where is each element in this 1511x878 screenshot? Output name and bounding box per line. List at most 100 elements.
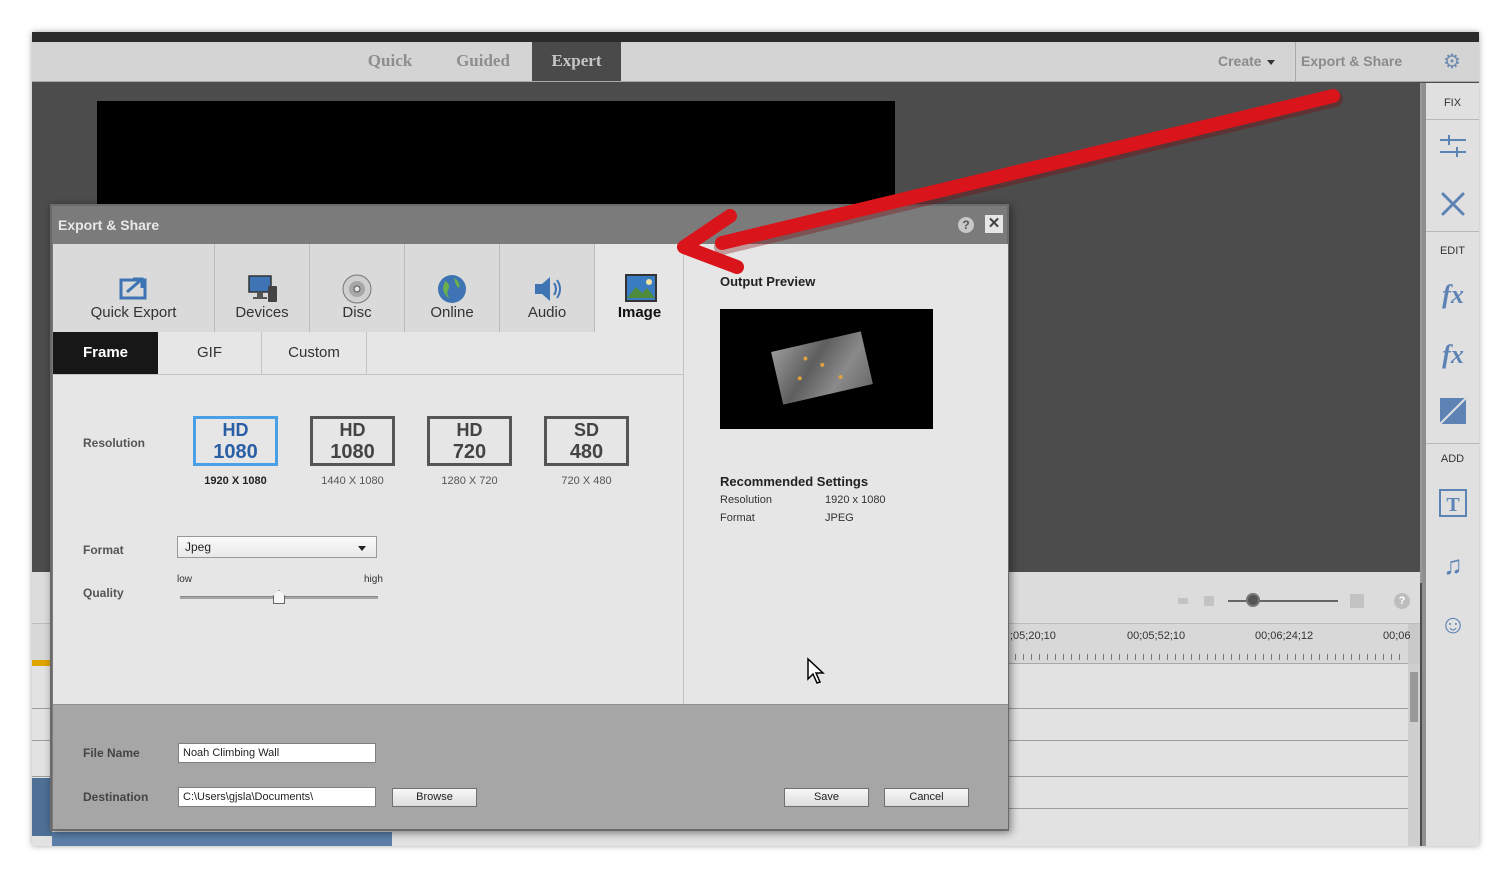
zoom-out-icon[interactable] <box>1204 596 1214 606</box>
destination-input[interactable]: C:\Users\gjsla\Documents\ <box>178 787 376 807</box>
quality-label: Quality <box>83 586 124 600</box>
recommended-settings-title: Recommended Settings <box>720 474 869 489</box>
dialog-body: Quick Export Devices Disc Online Audio I… <box>53 244 1008 704</box>
quality-high-label: high <box>364 574 383 585</box>
zoom-in-icon[interactable] <box>1350 594 1364 608</box>
resolution-option-hd1080-full[interactable]: HD 1080 <box>193 416 278 466</box>
resolution-lines: 1080 <box>330 441 375 463</box>
export-share-dialog: Export & Share ? ✕ Quick Export Devices <box>50 204 1009 831</box>
format-label: Format <box>83 543 124 557</box>
tab-label: Online <box>430 304 474 321</box>
preview-monitor <box>97 101 895 221</box>
image-subtabs: Frame GIF Custom <box>53 332 684 375</box>
resolution-option-hd1080-anamorphic[interactable]: HD 1080 <box>310 416 395 466</box>
recommended-format-label: Format <box>720 512 755 524</box>
smiley-icon[interactable]: ☺ <box>1436 607 1470 641</box>
category-tabs: Quick Export Devices Disc Online Audio I… <box>53 244 684 332</box>
tab-label: Disc <box>342 304 372 321</box>
zoom-slider-thumb[interactable] <box>1246 593 1260 607</box>
quality-low-label: low <box>177 574 193 585</box>
mouse-cursor-icon <box>807 657 825 684</box>
image-icon <box>624 274 657 304</box>
tab-disc[interactable]: Disc <box>310 244 405 332</box>
output-preview-title: Output Preview <box>720 274 816 289</box>
timecode: 00;05;52;10 <box>1127 630 1186 642</box>
recommended-resolution-value: 1920 x 1080 <box>825 494 886 506</box>
music-icon[interactable]: ♫ <box>1436 548 1470 582</box>
resolution-label: Resolution <box>83 436 145 450</box>
fx-edit-icon[interactable]: fx <box>1436 278 1470 312</box>
panel-separator <box>1426 443 1479 444</box>
resolution-dimensions: 1280 X 720 <box>441 475 498 487</box>
mode-guided-tab[interactable]: Guided <box>444 42 522 81</box>
format-select[interactable]: Jpeg <box>177 536 377 558</box>
top-bar: Quick Guided Expert Create Export & Shar… <box>32 32 1479 82</box>
topbar-divider <box>1295 42 1296 81</box>
timecode: 00;06;24;12 <box>1255 630 1314 642</box>
timecode: 00;06 <box>1383 630 1411 642</box>
tab-image[interactable]: Image <box>595 244 684 332</box>
tab-label: Audio <box>527 304 567 321</box>
panel-divider <box>683 244 684 704</box>
resolution-option-hd720[interactable]: HD 720 <box>427 416 512 466</box>
timecode: ;05;20;10 <box>1010 630 1056 642</box>
tab-online[interactable]: Online <box>405 244 500 332</box>
tab-label: Devices <box>235 304 289 321</box>
playhead-marker[interactable] <box>32 660 52 666</box>
help-icon[interactable]: ? <box>1394 593 1410 609</box>
resolution-option-sd480[interactable]: SD 480 <box>544 416 629 466</box>
resolution-type: HD <box>339 420 366 440</box>
zoom-out-icon[interactable] <box>1178 598 1188 604</box>
resolution-lines: 1080 <box>213 441 258 463</box>
create-menu-button[interactable]: Create <box>1218 42 1275 81</box>
tab-audio[interactable]: Audio <box>500 244 595 332</box>
close-icon[interactable]: ✕ <box>985 215 1003 233</box>
cancel-button[interactable]: Cancel <box>884 788 969 807</box>
tab-quick-export[interactable]: Quick Export <box>53 244 215 332</box>
chevron-down-icon <box>358 546 366 551</box>
mode-expert-tab[interactable]: Expert <box>532 42 621 81</box>
adjustments-icon[interactable] <box>1436 131 1470 165</box>
file-name-input[interactable]: Noah Climbing Wall <box>178 743 376 763</box>
destination-label: Destination <box>83 790 149 804</box>
browse-button[interactable]: Browse <box>392 788 477 807</box>
svg-text:T: T <box>1446 494 1460 516</box>
video-clip[interactable] <box>52 832 392 846</box>
help-icon[interactable]: ? <box>958 217 974 233</box>
scrollbar-thumb[interactable] <box>1410 672 1418 722</box>
export-share-button[interactable]: Export & Share <box>1301 42 1402 81</box>
add-section-label: ADD <box>1440 453 1465 465</box>
fix-section-label: FIX <box>1443 97 1462 109</box>
tab-devices[interactable]: Devices <box>215 244 310 332</box>
format-value: Jpeg <box>185 540 212 554</box>
save-button[interactable]: Save <box>784 788 869 807</box>
subtab-frame[interactable]: Frame <box>53 332 158 374</box>
disc-icon <box>342 274 372 304</box>
resolution-type: HD <box>222 420 249 440</box>
output-preview <box>720 309 933 429</box>
fx-icon[interactable]: fx <box>1436 338 1470 372</box>
mode-quick-tab[interactable]: Quick <box>352 42 428 81</box>
resolution-lines: 480 <box>569 441 604 463</box>
quality-slider-thumb[interactable] <box>273 590 285 604</box>
quick-export-icon <box>119 274 149 304</box>
tools-icon[interactable] <box>1436 189 1470 223</box>
transition-icon[interactable] <box>1436 397 1470 431</box>
title-icon[interactable]: T <box>1436 489 1470 523</box>
tab-label: Image <box>617 304 662 321</box>
edit-section-label: EDIT <box>1439 245 1466 257</box>
dialog-title: Export & Share <box>58 217 160 233</box>
resolution-dimensions: 1440 X 1080 <box>321 475 384 487</box>
video-clip[interactable] <box>32 778 52 836</box>
dialog-footer: File Name Noah Climbing Wall Destination… <box>53 704 1008 829</box>
file-name-label: File Name <box>83 746 140 760</box>
subtab-gif[interactable]: GIF <box>158 332 262 374</box>
resolution-type: HD <box>456 420 483 440</box>
speaker-icon <box>532 274 562 304</box>
subtab-custom[interactable]: Custom <box>262 332 367 374</box>
resolution-type: SD <box>573 420 599 440</box>
resolution-lines: 720 <box>452 441 487 463</box>
tab-label: Quick Export <box>90 304 177 321</box>
gear-icon[interactable]: ⚙ <box>1441 51 1463 73</box>
zoom-slider[interactable] <box>1228 600 1338 602</box>
